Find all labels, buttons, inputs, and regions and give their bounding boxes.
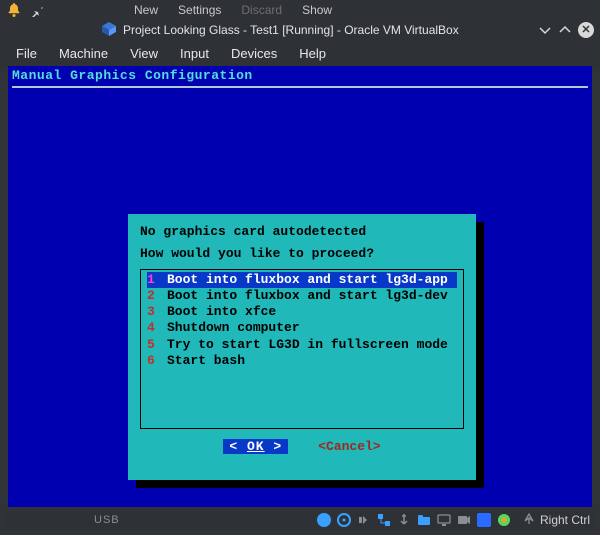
mini-menu-discard: Discard — [241, 3, 282, 17]
host-key-icon[interactable] — [522, 512, 536, 529]
menubar: File Machine View Input Devices Help — [0, 40, 600, 69]
guest-display[interactable]: Manual Graphics Configuration No graphic… — [8, 66, 592, 507]
option-row-2[interactable]: 2 Boot into fluxbox and start lg3d-dev — [147, 288, 457, 304]
console-title: Manual Graphics Configuration — [12, 68, 253, 83]
console-divider — [12, 86, 588, 88]
option-label: Boot into xfce — [167, 304, 276, 320]
option-label: Boot into fluxbox and start lg3d-app — [167, 272, 448, 288]
option-number: 3 — [147, 304, 157, 320]
minimize-icon[interactable] — [538, 23, 552, 37]
option-label: Boot into fluxbox and start lg3d-dev — [167, 288, 448, 304]
window-title: Project Looking Glass - Test1 [Running] … — [123, 23, 459, 37]
ok-button[interactable]: < OK > — [223, 439, 288, 454]
menu-input[interactable]: Input — [180, 46, 209, 61]
option-label: Try to start LG3D in fullscreen mode — [167, 337, 448, 353]
menu-devices[interactable]: Devices — [231, 46, 277, 61]
dialog-message-line2: How would you like to proceed? — [140, 246, 464, 262]
menu-file[interactable]: File — [16, 46, 37, 61]
menu-machine[interactable]: Machine — [59, 46, 108, 61]
option-row-6[interactable]: 6 Start bash — [147, 353, 457, 369]
display-icon[interactable] — [436, 512, 452, 528]
option-label: Start bash — [167, 353, 245, 369]
statusbar: USB Right Ctrl — [4, 509, 596, 531]
option-number: 4 — [147, 320, 157, 336]
option-row-3[interactable]: 3 Boot into xfce — [147, 304, 457, 320]
config-dialog: No graphics card autodetected How would … — [128, 214, 476, 480]
option-label: Shutdown computer — [167, 320, 300, 336]
virtualization-icon[interactable] — [476, 512, 492, 528]
option-number: 5 — [147, 337, 157, 353]
option-row-1[interactable]: 1 Boot into fluxbox and start lg3d-app — [147, 272, 457, 288]
usb-panel-label: USB — [94, 514, 120, 526]
bell-icon[interactable] — [6, 2, 22, 18]
mini-menu-settings[interactable]: Settings — [178, 3, 221, 17]
option-row-5[interactable]: 5 Try to start LG3D in fullscreen mode — [147, 337, 457, 353]
option-number: 6 — [147, 353, 157, 369]
shared-folder-icon[interactable] — [416, 512, 432, 528]
network-icon[interactable] — [376, 512, 392, 528]
menu-help[interactable]: Help — [299, 46, 326, 61]
option-row-4[interactable]: 4 Shutdown computer — [147, 320, 457, 336]
option-number: 1 — [147, 272, 157, 288]
usb-icon[interactable] — [396, 512, 412, 528]
virtualbox-cube-icon — [101, 21, 117, 40]
cancel-button[interactable]: <Cancel> — [318, 439, 380, 454]
options-list[interactable]: 1 Boot into fluxbox and start lg3d-app 2 Bo… — [140, 269, 464, 429]
optical-disc-icon[interactable] — [336, 512, 352, 528]
audio-icon[interactable] — [356, 512, 372, 528]
recording-icon[interactable] — [456, 512, 472, 528]
menu-view[interactable]: View — [130, 46, 158, 61]
host-key-label: Right Ctrl — [540, 513, 590, 527]
option-number: 2 — [147, 288, 157, 304]
maximize-icon[interactable] — [558, 23, 572, 37]
pin-icon[interactable] — [30, 3, 44, 17]
dialog-message-line1: No graphics card autodetected — [140, 224, 464, 240]
close-icon[interactable]: ✕ — [578, 22, 594, 38]
mini-menu-new[interactable]: New — [134, 3, 158, 17]
guest-additions-icon[interactable] — [496, 512, 512, 528]
hard-disk-icon[interactable] — [316, 512, 332, 528]
mini-menu-show[interactable]: Show — [302, 3, 332, 17]
